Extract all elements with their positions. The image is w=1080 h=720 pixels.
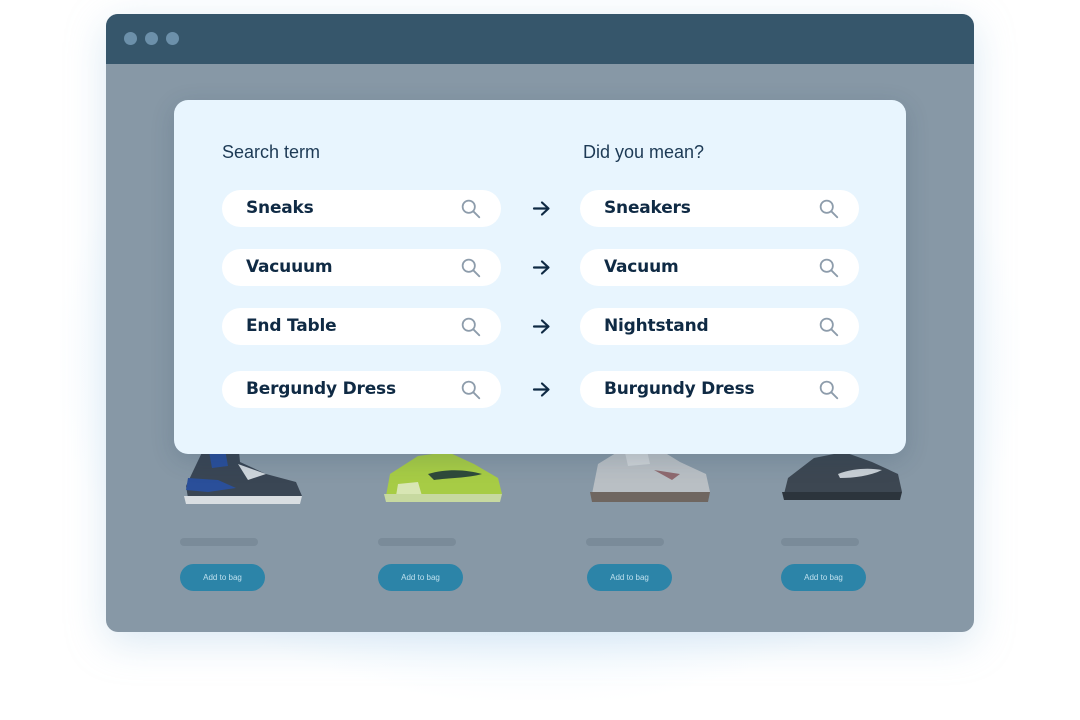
search-term-text: End Table — [246, 316, 337, 336]
search-term-text: Bergundy Dress — [246, 379, 396, 399]
suggestion-text: Nightstand — [604, 316, 709, 336]
suggestion-text: Vacuum — [604, 257, 679, 277]
search-icon[interactable] — [460, 316, 481, 337]
product-name-placeholder — [378, 538, 456, 546]
window-close-dot[interactable] — [124, 32, 137, 45]
add-to-bag-button[interactable]: Add to bag — [180, 564, 265, 591]
search-term-input[interactable]: Sneaks — [222, 190, 501, 227]
search-term-heading: Search term — [222, 142, 321, 162]
suggestion-text: Burgundy Dress — [604, 379, 755, 399]
arrow-right-icon — [532, 260, 550, 275]
search-icon[interactable] — [460, 198, 481, 219]
product-name-placeholder — [586, 538, 664, 546]
add-to-bag-button[interactable]: Add to bag — [378, 564, 463, 591]
search-term-text: Sneaks — [246, 198, 314, 218]
search-icon[interactable] — [460, 379, 481, 400]
product-card: Add to bag — [378, 434, 528, 604]
suggestion-text: Sneakers — [604, 198, 691, 218]
search-icon[interactable] — [818, 379, 839, 400]
product-card: Add to bag — [178, 434, 328, 604]
search-term-input[interactable]: End Table — [222, 308, 501, 345]
arrow-right-icon — [532, 201, 550, 216]
search-icon[interactable] — [818, 257, 839, 278]
suggestion-input[interactable]: Vacuum — [580, 249, 859, 286]
product-card: Add to bag — [778, 434, 928, 604]
search-term-input[interactable]: Vacuuum — [222, 249, 501, 286]
window-minimize-dot[interactable] — [145, 32, 158, 45]
window-titlebar — [106, 14, 974, 64]
did-you-mean-panel: Search term Did you mean? Sneaks Sneaker… — [174, 100, 906, 454]
search-icon[interactable] — [818, 198, 839, 219]
suggestion-input[interactable]: Nightstand — [580, 308, 859, 345]
search-icon[interactable] — [818, 316, 839, 337]
add-to-bag-button[interactable]: Add to bag — [781, 564, 866, 591]
search-term-input[interactable]: Bergundy Dress — [222, 371, 501, 408]
product-card: Add to bag — [584, 434, 734, 604]
arrow-right-icon — [532, 382, 550, 397]
arrow-right-icon — [532, 319, 550, 334]
search-icon[interactable] — [460, 257, 481, 278]
search-term-text: Vacuuum — [246, 257, 333, 277]
window-maximize-dot[interactable] — [166, 32, 179, 45]
product-name-placeholder — [781, 538, 859, 546]
suggestion-input[interactable]: Sneakers — [580, 190, 859, 227]
did-you-mean-heading: Did you mean? — [583, 142, 705, 162]
add-to-bag-button[interactable]: Add to bag — [587, 564, 672, 591]
suggestion-input[interactable]: Burgundy Dress — [580, 371, 859, 408]
product-name-placeholder — [180, 538, 258, 546]
